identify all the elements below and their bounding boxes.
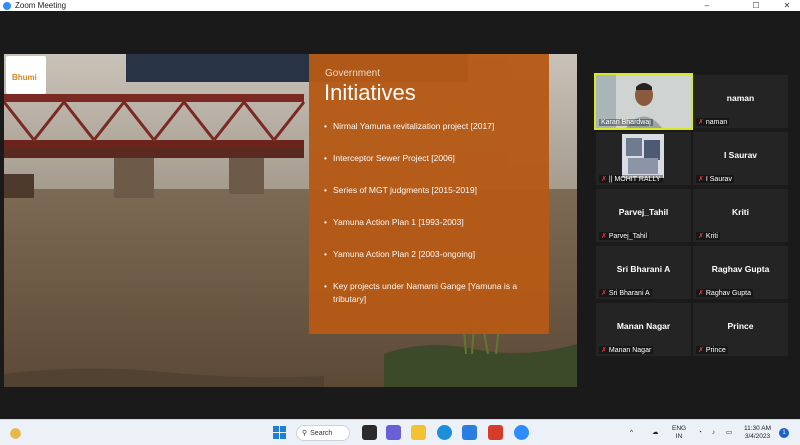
muted-mic-icon: ✗	[698, 176, 704, 183]
bhumi-logo: Bhumi	[6, 56, 46, 94]
participant-name: I Saurav	[723, 150, 758, 160]
participant-tile[interactable]: naman ✗ naman	[693, 75, 788, 128]
zoom-app-icon	[3, 1, 11, 10]
battery-icon[interactable]: ▭	[726, 429, 732, 437]
wps-office-icon[interactable]	[488, 425, 503, 440]
participant-label: ✗ Sri Bharani A	[599, 289, 652, 297]
windows-taskbar: ⚲ Search ^ ☁ ENG IN ◔ ♪ ▭ 11:30 AM 3/4/2…	[0, 419, 800, 445]
search-icon: ⚲	[302, 430, 308, 437]
participant-tile[interactable]: Parvej_Tahil ✗ Parvej_Tahil	[596, 189, 691, 242]
participant-tile[interactable]: Sri Bharani A ✗ Sri Bharani A	[596, 246, 691, 299]
shared-screen-slide: Bhumi Government Initiatives Nirmal Yamu…	[4, 54, 577, 387]
slide-bullet: Yamuna Action Plan 2 [2003-ongoing]	[324, 248, 539, 261]
tray-chevron-icon[interactable]: ^	[630, 429, 633, 437]
participant-name: Prince	[727, 321, 754, 331]
notification-badge[interactable]: 1	[779, 428, 789, 438]
slide-bullet: Series of MGT judgments [2015-2019]	[324, 184, 539, 197]
muted-mic-icon: ✗	[601, 233, 607, 240]
maximize-button[interactable]: ☐	[743, 0, 769, 11]
participant-tile[interactable]: Manan Nagar ✗ Manan Nagar	[596, 303, 691, 356]
clock-date: 3/4/2023	[744, 433, 771, 440]
slide-bullet-list: Nirmal Yamuna revitalization project [20…	[324, 120, 539, 306]
weather-icon[interactable]	[8, 426, 23, 441]
participant-label: ✗ I Saurav	[696, 175, 734, 183]
edge-icon[interactable]	[437, 425, 452, 440]
muted-mic-icon: ✗	[601, 176, 607, 183]
chat-icon[interactable]	[386, 425, 401, 440]
close-button[interactable]: ✕	[774, 0, 800, 11]
search-label: Search	[310, 429, 333, 437]
onedrive-icon[interactable]: ☁	[652, 429, 659, 437]
participant-label: ✗ || MOHIT RALLY	[599, 175, 663, 183]
slide-heading: Initiatives	[324, 80, 416, 105]
participant-tile[interactable]: ✗ || MOHIT RALLY	[596, 132, 691, 185]
slide-bullet: Interceptor Sewer Project [2006]	[324, 152, 539, 165]
meeting-area: Bhumi Government Initiatives Nirmal Yamu…	[0, 11, 800, 419]
participant-name: Raghav Gupta	[711, 264, 770, 274]
participant-tile[interactable]: Raghav Gupta ✗ Raghav Gupta	[693, 246, 788, 299]
wifi-icon[interactable]: ◔	[698, 429, 702, 437]
participant-label: ✗ Manan Nagar	[599, 346, 654, 354]
participant-name: naman	[726, 93, 755, 103]
muted-mic-icon: ✗	[698, 233, 704, 240]
minimize-button[interactable]: –	[694, 0, 720, 11]
muted-mic-icon: ✗	[698, 119, 704, 126]
participant-label: ✗ Prince	[696, 346, 728, 354]
participant-label: ✗ Kriti	[696, 232, 720, 240]
participant-tile[interactable]: Karan Bhardwaj	[594, 73, 693, 130]
participant-label: ✗ naman	[696, 118, 730, 126]
participant-tile[interactable]: I Saurav ✗ I Saurav	[693, 132, 788, 185]
slide-kicker: Government	[325, 68, 381, 79]
participant-label: ✗ Parvej_Tahil	[599, 232, 650, 240]
zoom-taskbar-icon[interactable]	[514, 425, 529, 440]
muted-mic-icon: ✗	[698, 290, 704, 297]
participant-label: ✗ Raghav Gupta	[696, 289, 754, 297]
muted-mic-icon: ✗	[698, 347, 704, 354]
participant-name: Manan Nagar	[616, 321, 671, 331]
clock-time: 11:30 AM	[744, 425, 771, 432]
clock[interactable]: 11:30 AM 3/4/2023	[744, 425, 771, 441]
slide-text-panel: Government Initiatives Nirmal Yamuna rev…	[309, 54, 549, 334]
participant-name: Kriti	[732, 207, 749, 217]
window-title: Zoom Meeting	[15, 1, 67, 10]
window-titlebar: Zoom Meeting – ☐ ✕	[0, 0, 800, 11]
task-view-icon[interactable]	[362, 425, 377, 440]
participant-name: Sri Bharani A	[616, 264, 671, 274]
muted-mic-icon: ✗	[601, 347, 607, 354]
participant-tile[interactable]: Kriti ✗ Kriti	[693, 189, 788, 242]
slide-bullet: Nirmal Yamuna revitalization project [20…	[324, 120, 539, 133]
slide-bullet: Key projects under Namami Gange [Yamuna …	[324, 280, 539, 306]
participant-name: Parvej_Tahil	[618, 207, 669, 217]
participant-label: Karan Bhardwaj	[599, 119, 653, 126]
language-indicator[interactable]: ENG IN	[672, 425, 686, 441]
volume-icon[interactable]: ♪	[712, 429, 715, 437]
muted-mic-icon: ✗	[601, 290, 607, 297]
store-icon[interactable]	[462, 425, 477, 440]
taskbar-search[interactable]: ⚲ Search	[296, 425, 350, 441]
participant-tile[interactable]: Prince ✗ Prince	[693, 303, 788, 356]
file-explorer-icon[interactable]	[411, 425, 426, 440]
windows-start-icon[interactable]	[272, 425, 287, 440]
slide-bullet: Yamuna Action Plan 1 [1993-2003]	[324, 216, 539, 229]
